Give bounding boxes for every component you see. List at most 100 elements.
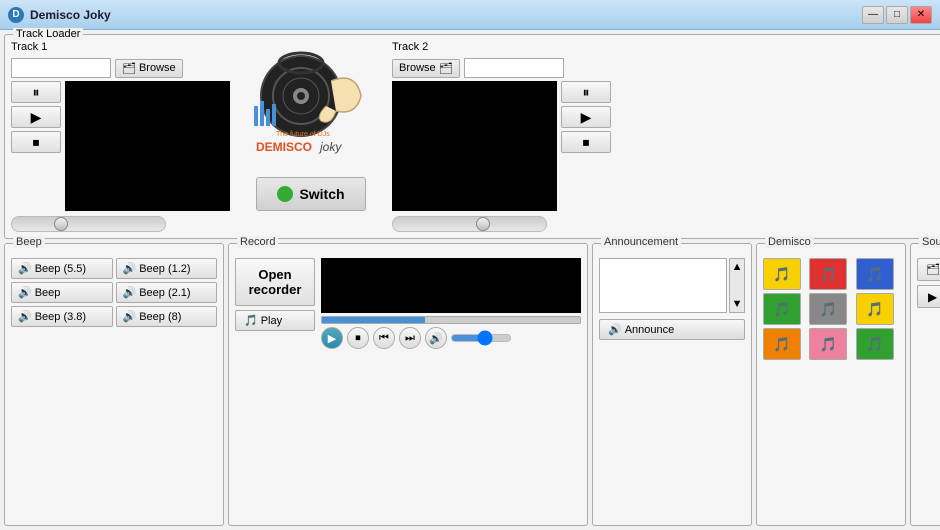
speaker-icon-3: 🔊 [123, 286, 137, 299]
window-controls: — □ ✕ [862, 6, 932, 24]
track1-input[interactable] [11, 58, 111, 78]
track1-label: Track 1 [11, 41, 230, 53]
app-icon: D [8, 7, 24, 23]
beep-btn-0[interactable]: 🔊 Beep (5.5) [11, 258, 113, 279]
track-loader-group: Track Loader Track 1 🗂 Browse ⏸ [4, 34, 940, 239]
demisco-btn-7[interactable]: 🎵 [809, 328, 847, 360]
speaker-icon-2: 🔊 [18, 286, 32, 299]
beep-btn-2[interactable]: 🔊 Beep [11, 282, 113, 303]
track2-stop-btn[interactable]: ⏹ [561, 131, 611, 153]
sound-title: Sound [919, 236, 940, 248]
track2-controls-row: ⏸ ▶ ⏹ [392, 81, 611, 211]
music-note-icon: 🎵 [244, 314, 258, 327]
demisco-btn-0[interactable]: 🎵 [763, 258, 801, 290]
record-play-button[interactable]: 🎵 Play [235, 310, 315, 331]
demisco-btn-8[interactable]: 🎵 [856, 328, 894, 360]
track2-slider[interactable] [392, 216, 547, 232]
tracks-row: Track 1 🗂 Browse ⏸ ▶ ⏹ [11, 41, 940, 232]
switch-indicator [277, 186, 293, 202]
demisco-btn-2[interactable]: 🎵 [856, 258, 894, 290]
beep-group: Beep 🔊 Beep (5.5) 🔊 Beep (1.2) 🔊 Beep [4, 243, 224, 526]
player-volume-slider[interactable] [451, 334, 511, 342]
track1-play-btn[interactable]: ▶ [11, 106, 61, 128]
track1-section: Track 1 🗂 Browse ⏸ ▶ ⏹ [11, 41, 230, 232]
track1-browse-row: 🗂 Browse [11, 58, 230, 78]
track1-controls-row: ⏸ ▶ ⏹ [11, 81, 230, 211]
track2-browse-button[interactable]: Browse 🗂 [392, 59, 460, 78]
beep-btn-1[interactable]: 🔊 Beep (1.2) [116, 258, 218, 279]
open-recorder-button[interactable]: Open recorder [235, 258, 315, 306]
track2-play-btn[interactable]: ▶ [561, 106, 611, 128]
announce-button[interactable]: 🔊 Announce [599, 319, 745, 340]
sound-controls: ▶ ⏸ [917, 285, 940, 308]
minimize-button[interactable]: — [862, 6, 884, 24]
track1-buttons: ⏸ ▶ ⏹ [11, 81, 61, 211]
track1-slider[interactable] [11, 216, 166, 232]
track2-browse-row: Browse 🗂 [392, 58, 611, 78]
demisco-btn-3[interactable]: 🎵 [763, 293, 801, 325]
window-title: Demisco Joky [30, 8, 862, 22]
browse-icon: 🗂 [122, 62, 136, 75]
speaker-icon-4: 🔊 [18, 310, 32, 323]
left-panel: Track Loader Track 1 🗂 Browse ⏸ [4, 34, 940, 526]
title-bar: D Demisco Joky — □ ✕ [0, 0, 940, 30]
player-play-btn[interactable]: ▶ [321, 327, 343, 349]
folder-icon: 🗂 [926, 263, 940, 276]
track1-browse-button[interactable]: 🗂 Browse [115, 59, 183, 78]
player-next-btn[interactable]: ⏭ [399, 327, 421, 349]
track1-video [65, 81, 230, 211]
record-controls: Open recorder 🎵 Play [235, 258, 315, 349]
sound-group: Sound 🗂 Browse a sound to play ▶ ⏸ [910, 243, 940, 526]
track2-slider-row [392, 216, 611, 232]
svg-text:The future of DJs: The future of DJs [276, 131, 330, 138]
record-player: ▶ ⏹ ⏮ ⏭ 🔊 [321, 258, 581, 349]
announce-inner: ▲ ▼ 🔊 Announce [599, 258, 745, 340]
track2-label: Track 2 [392, 41, 611, 53]
beep-btn-4[interactable]: 🔊 Beep (3.8) [11, 306, 113, 327]
record-inner: Open recorder 🎵 Play ▶ ⏹ ⏮ [235, 258, 581, 349]
record-video [321, 258, 581, 313]
demisco-btn-1[interactable]: 🎵 [809, 258, 847, 290]
beep-btn-3[interactable]: 🔊 Beep (2.1) [116, 282, 218, 303]
track1-stop-btn[interactable]: ⏹ [11, 131, 61, 153]
center-area: DEMISCO joky The future of DJs Switch [236, 41, 386, 211]
record-title: Record [237, 236, 278, 248]
demisco-title: Demisco [765, 236, 814, 248]
speaker-icon-1: 🔊 [123, 262, 137, 275]
demisco-group: Demisco 🎵 🎵 🎵 🎵 🎵 🎵 🎵 🎵 🎵 [756, 243, 906, 526]
track2-buttons: ⏸ ▶ ⏹ [561, 81, 611, 211]
demisco-btn-5[interactable]: 🎵 [856, 293, 894, 325]
track2-video [392, 81, 557, 211]
speaker-icon: 🔊 [18, 262, 32, 275]
speaker-ann-icon: 🔊 [608, 323, 622, 336]
announce-scrollbar[interactable]: ▲ ▼ [729, 258, 745, 313]
announcement-textarea[interactable] [599, 258, 727, 313]
switch-button[interactable]: Switch [256, 177, 365, 211]
svg-text:DEMISCO: DEMISCO [256, 140, 312, 154]
track-loader-title: Track Loader [13, 28, 83, 40]
track2-pause-btn[interactable]: ⏸ [561, 81, 611, 103]
track1-pause-btn[interactable]: ⏸ [11, 81, 61, 103]
announce-textarea-row: ▲ ▼ [599, 258, 745, 313]
maximize-button[interactable]: □ [886, 6, 908, 24]
main-content: Track Loader Track 1 🗂 Browse ⏸ [0, 30, 940, 530]
announcement-group: Announcement ▲ ▼ 🔊 Announce [592, 243, 752, 526]
bottom-row: Beep 🔊 Beep (5.5) 🔊 Beep (1.2) 🔊 Beep [4, 243, 940, 526]
scroll-down-icon[interactable]: ▼ [732, 298, 743, 310]
demisco-btn-4[interactable]: 🎵 [809, 293, 847, 325]
sound-browse-button[interactable]: 🗂 Browse a sound to play [917, 258, 940, 281]
scroll-up-icon[interactable]: ▲ [732, 261, 743, 273]
beep-btn-5[interactable]: 🔊 Beep (8) [116, 306, 218, 327]
player-progress-bar[interactable] [321, 316, 581, 324]
player-controls: ▶ ⏹ ⏮ ⏭ 🔊 [321, 327, 581, 349]
record-group: Record Open recorder 🎵 Play [228, 243, 588, 526]
track2-input[interactable] [464, 58, 564, 78]
player-stop-btn[interactable]: ⏹ [347, 327, 369, 349]
browse2-icon: 🗂 [439, 62, 453, 75]
track2-section: Track 2 Browse 🗂 ⏸ ▶ ⏹ [392, 41, 611, 232]
close-button[interactable]: ✕ [910, 6, 932, 24]
demisco-btn-6[interactable]: 🎵 [763, 328, 801, 360]
player-vol-btn[interactable]: 🔊 [425, 327, 447, 349]
player-prev-btn[interactable]: ⏮ [373, 327, 395, 349]
sound-play-btn[interactable]: ▶ [917, 285, 940, 308]
